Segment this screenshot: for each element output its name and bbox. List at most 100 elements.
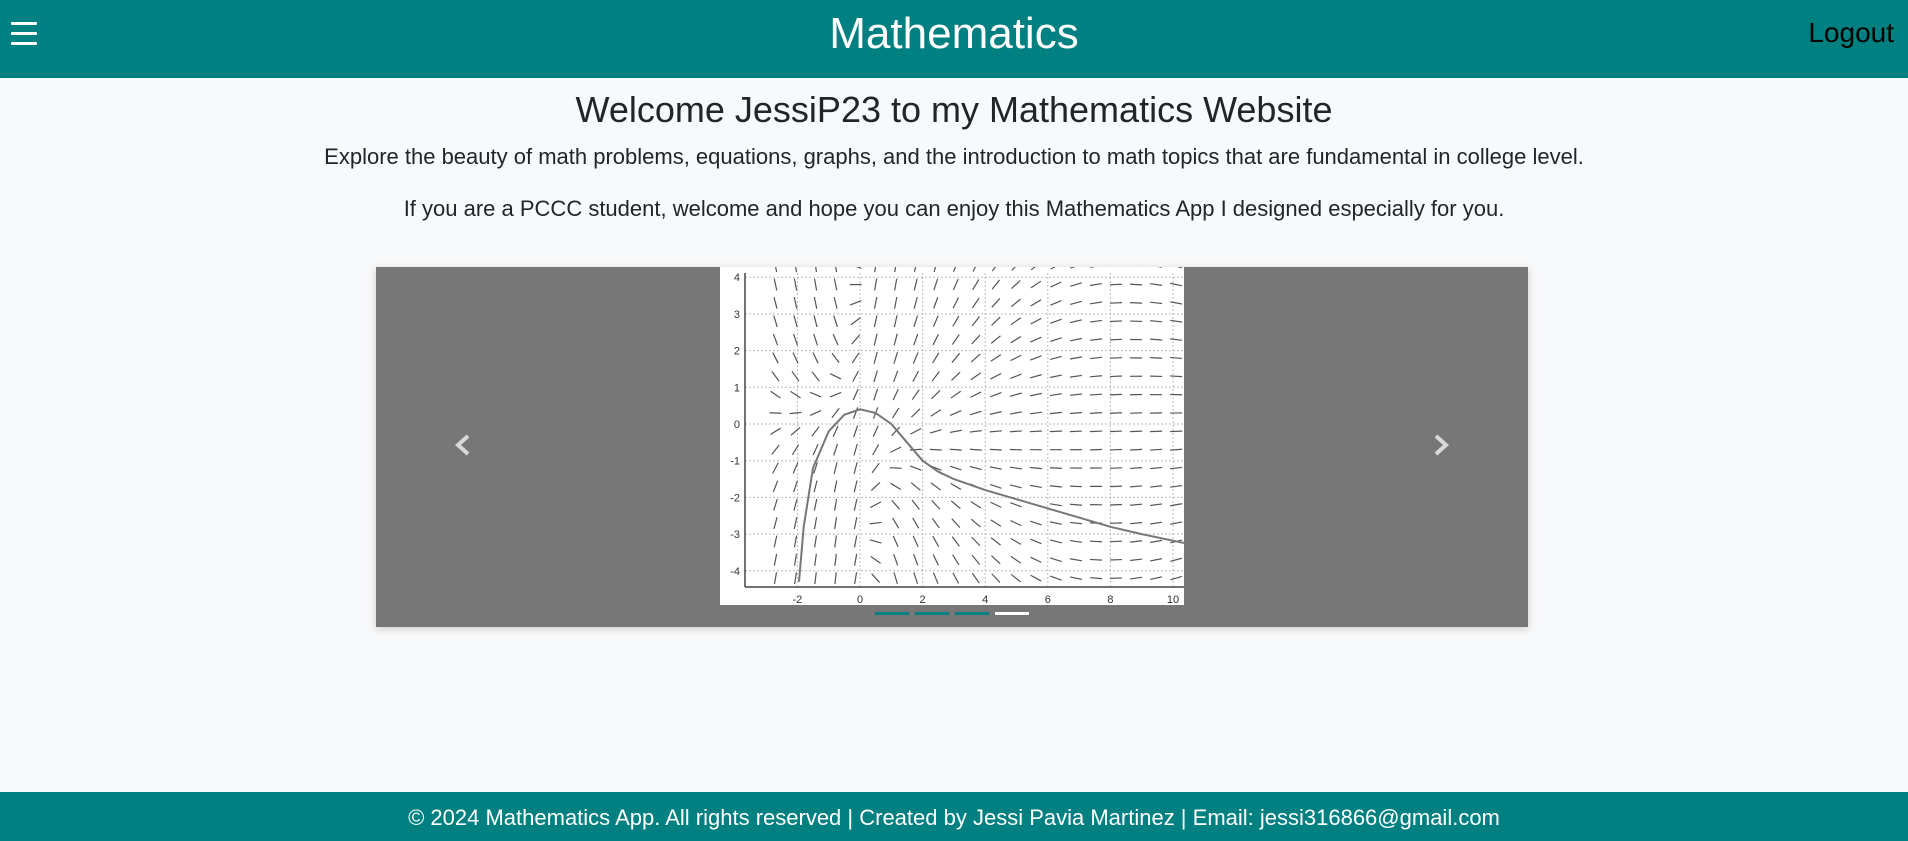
y-tick-label: -3 — [730, 529, 740, 541]
x-tick-label: 6 — [1045, 594, 1051, 605]
slope-segment — [814, 553, 817, 566]
slope-segment — [1150, 466, 1163, 470]
slope-segment — [1130, 448, 1143, 451]
slope-segment — [913, 315, 919, 328]
slope-segment — [1070, 282, 1082, 287]
slope-segment — [950, 482, 962, 490]
slope-segment — [1010, 573, 1021, 583]
slope-segment — [969, 465, 982, 471]
slope-segment — [909, 448, 922, 451]
slope-segment — [812, 443, 819, 456]
slope-segment — [793, 517, 798, 530]
slope-segment — [932, 352, 940, 364]
slope-segment — [910, 428, 922, 435]
slope-segment — [829, 391, 842, 398]
slope-segment — [1150, 338, 1163, 341]
slope-segment — [1110, 412, 1123, 414]
slope-segment — [1049, 430, 1062, 433]
slope-segment — [1110, 283, 1123, 286]
slope-segment — [853, 517, 858, 530]
x-tick-label: 0 — [857, 594, 863, 605]
slope-segment — [891, 499, 901, 510]
slope-segment — [833, 498, 838, 511]
slope-segment — [970, 372, 982, 381]
slope-segment — [1150, 283, 1163, 286]
slope-segment — [1049, 374, 1062, 379]
slope-segment — [1150, 448, 1163, 451]
slope-segment — [912, 352, 919, 364]
slope-segment — [1010, 555, 1022, 564]
slope-segment — [831, 352, 840, 364]
slope-segment — [834, 535, 837, 548]
slope-segment — [1150, 320, 1163, 323]
slope-segment — [832, 333, 839, 346]
slope-segment — [1110, 448, 1123, 451]
slope-segment — [929, 429, 942, 434]
slope-segment — [1110, 393, 1123, 396]
slope-segment — [772, 480, 779, 493]
slope-segment — [989, 448, 1002, 451]
slope-segment — [834, 572, 837, 585]
slope-segment — [813, 278, 818, 291]
slope-segment — [971, 572, 980, 584]
slope-segment — [1010, 502, 1022, 508]
slope-segment — [1049, 485, 1062, 488]
slope-segment — [869, 521, 882, 525]
slope-segment — [870, 501, 882, 509]
slope-segment — [952, 267, 957, 272]
slope-segment — [933, 267, 937, 273]
slope-segment — [1010, 520, 1022, 527]
slope-segment — [932, 572, 939, 584]
slope-segment — [932, 333, 939, 346]
carousel-indicator-4[interactable] — [995, 612, 1029, 615]
slope-segment — [814, 572, 817, 585]
slope-segment — [991, 279, 1001, 290]
slope-segment — [1069, 337, 1082, 342]
slope-segment — [1069, 576, 1082, 580]
slope-segment — [1050, 557, 1062, 563]
slope-segment — [991, 573, 1001, 583]
slope-segment — [833, 480, 838, 493]
slope-segment — [829, 373, 842, 380]
slope-segment — [793, 535, 798, 548]
slope-segment — [793, 296, 798, 309]
chevron-left-icon — [455, 434, 470, 456]
carousel-indicator-1[interactable] — [875, 612, 909, 615]
slope-segment — [971, 554, 981, 565]
carousel-indicators — [376, 612, 1528, 615]
slope-segment — [794, 572, 797, 585]
slope-segment — [931, 390, 941, 400]
carousel-indicator-2[interactable] — [915, 612, 949, 615]
slope-segment — [833, 315, 838, 328]
slope-segment — [909, 465, 922, 471]
y-tick-label: -4 — [730, 566, 740, 578]
slope-segment — [892, 388, 899, 401]
slope-segment — [1130, 576, 1143, 580]
slope-segment — [991, 298, 1001, 308]
slope-segment — [910, 482, 921, 491]
slope-segment — [1049, 467, 1062, 469]
slope-segment — [1089, 540, 1103, 543]
slope-segment — [771, 371, 780, 382]
slope-segment — [1030, 574, 1042, 582]
slope-segment — [853, 498, 858, 511]
slope-segment — [1030, 317, 1042, 325]
slope-segment — [1170, 301, 1183, 305]
slope-segment — [790, 426, 801, 436]
slope-segment — [1089, 577, 1103, 580]
slope-segment — [913, 572, 919, 585]
slope-segment — [932, 554, 939, 566]
slope-segment — [970, 500, 982, 509]
slope-segment — [1150, 558, 1163, 562]
logout-link[interactable]: Logout — [1808, 16, 1894, 50]
slope-segment — [770, 427, 781, 435]
slope-segment — [1130, 503, 1143, 506]
slope-segment — [970, 353, 981, 363]
carousel-prev-button[interactable] — [446, 427, 482, 463]
carousel-next-button[interactable] — [1422, 427, 1458, 463]
slope-segment — [792, 333, 799, 346]
slope-segment — [894, 278, 898, 291]
carousel-indicator-3[interactable] — [955, 612, 989, 615]
slope-segment — [991, 555, 1001, 565]
slope-segment — [1150, 357, 1163, 359]
